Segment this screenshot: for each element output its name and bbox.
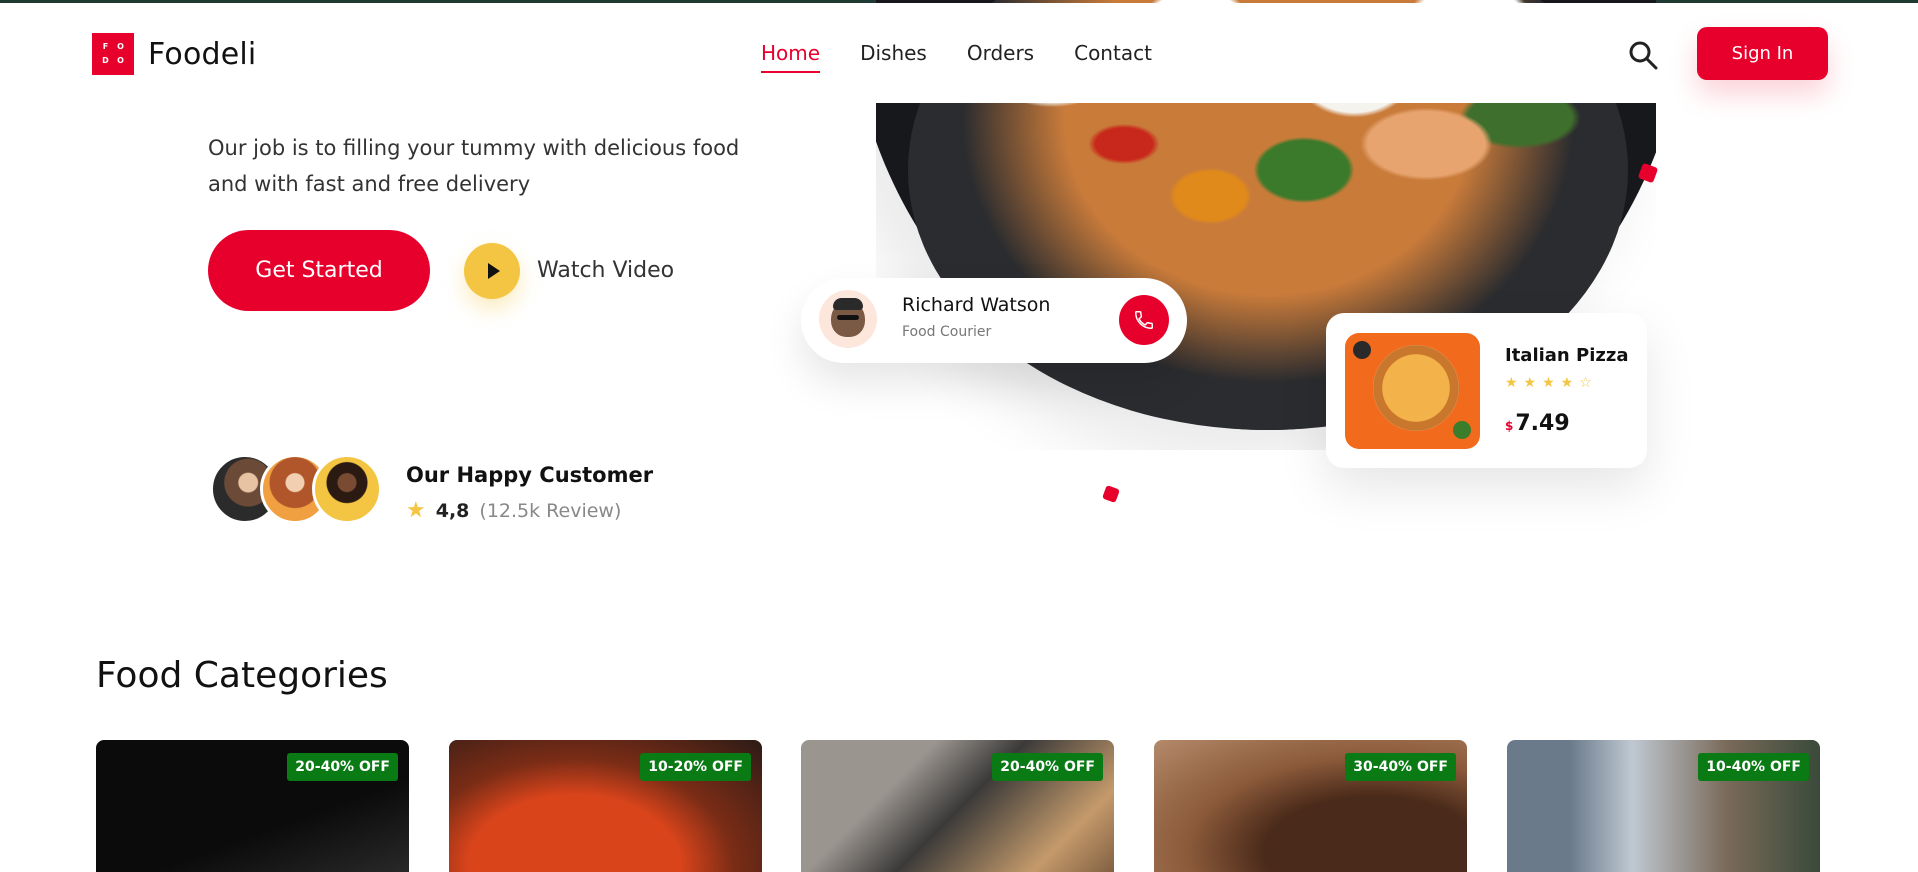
nav-item-dishes[interactable]: Dishes	[860, 41, 927, 73]
logo-letter: D	[102, 56, 109, 65]
nav-item-home[interactable]: Home	[761, 41, 821, 73]
hero-description: Our job is to filling your tummy with de…	[208, 130, 768, 202]
price-value: 7.49	[1515, 411, 1570, 436]
pizza-image	[1345, 333, 1480, 449]
customer-avatars	[210, 454, 382, 526]
category-card-burger[interactable]: 20-40% OFF	[96, 740, 409, 872]
logo-letter: O	[117, 56, 124, 65]
dish-rating-stars: ★★★★☆	[1505, 375, 1598, 391]
discount-badge: 20-40% OFF	[992, 753, 1103, 781]
category-cards: 20-40% OFF 10-20% OFF 20-40% OFF 30-40% …	[96, 740, 1822, 872]
courier-card: Richard Watson Food Courier	[801, 278, 1187, 363]
play-button[interactable]	[464, 243, 520, 299]
get-started-button[interactable]: Get Started	[208, 230, 430, 311]
courier-avatar	[819, 290, 877, 348]
logo[interactable]: F O D O Foodeli	[92, 33, 256, 75]
logo-letter: F	[102, 42, 109, 51]
courier-face-icon	[831, 298, 865, 337]
category-card-drinks[interactable]: 10-40% OFF	[1507, 740, 1820, 872]
main-nav: Home Dishes Orders Contact	[761, 41, 1152, 73]
avatar	[312, 454, 382, 524]
rating-review-count: (12.5k Review)	[479, 499, 622, 522]
discount-badge: 30-40% OFF	[1345, 753, 1456, 781]
category-card-dessert[interactable]: 30-40% OFF	[1154, 740, 1467, 872]
dish-price: $ 7.49	[1505, 411, 1570, 436]
star-icon: ★	[406, 498, 426, 523]
currency-symbol: $	[1505, 419, 1514, 433]
sign-in-button[interactable]: Sign In	[1697, 27, 1828, 80]
category-card-noodles[interactable]: 20-40% OFF	[801, 740, 1114, 872]
discount-badge: 20-40% OFF	[287, 753, 398, 781]
play-icon	[488, 263, 500, 279]
hero-text-line-2: and with fast and free delivery	[208, 172, 531, 196]
phone-icon	[1135, 311, 1153, 329]
discount-badge: 10-40% OFF	[1698, 753, 1809, 781]
discount-badge: 10-20% OFF	[640, 753, 751, 781]
dish-title: Italian Pizza	[1505, 345, 1629, 366]
decor-square	[1102, 485, 1120, 503]
happy-customer-title: Our Happy Customer	[406, 463, 654, 487]
watch-video-link[interactable]: Watch Video	[537, 258, 674, 283]
nav-item-contact[interactable]: Contact	[1074, 41, 1152, 73]
page: F O D O Foodeli Home Dishes Orders Conta…	[0, 0, 1918, 872]
featured-dish-card[interactable]: Italian Pizza ★★★★☆ $ 7.49	[1326, 313, 1647, 468]
customer-rating: ★ 4,8 (12.5k Review)	[406, 498, 621, 523]
logo-letter: O	[117, 42, 124, 51]
category-card-pizza[interactable]: 10-20% OFF	[449, 740, 762, 872]
courier-role: Food Courier	[902, 324, 992, 340]
logo-mark: F O D O	[92, 33, 134, 75]
rating-value: 4,8	[435, 499, 470, 522]
section-title: Food Categories	[96, 655, 388, 696]
call-button[interactable]	[1119, 295, 1169, 345]
header: F O D O Foodeli Home Dishes Orders Conta…	[0, 3, 1918, 103]
courier-name: Richard Watson	[902, 294, 1051, 316]
search-icon[interactable]	[1627, 39, 1659, 71]
hero-text-line-1: Our job is to filling your tummy with de…	[208, 136, 740, 160]
nav-item-orders[interactable]: Orders	[967, 41, 1034, 73]
brand-name: Foodeli	[148, 36, 257, 72]
